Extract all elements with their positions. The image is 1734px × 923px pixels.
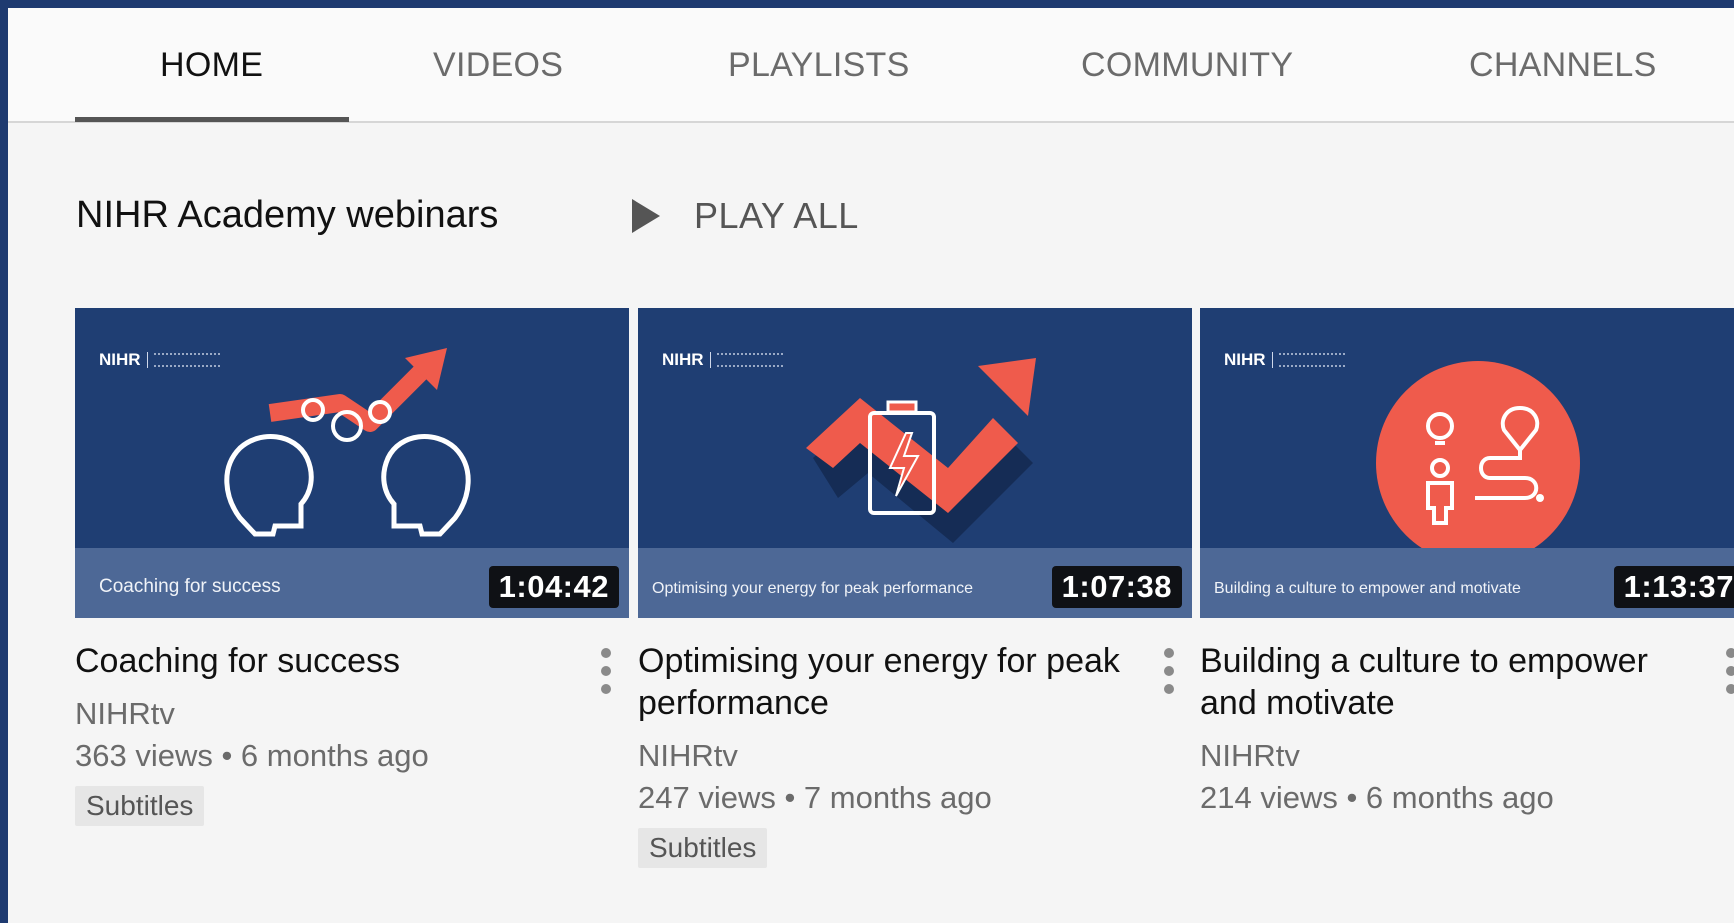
channel-tabs: HOME VIDEOS PLAYLISTS COMMUNITY CHANNELS	[8, 8, 1734, 123]
video-stats: 363 views • 6 months ago	[75, 738, 429, 773]
video-duration: 1:04:42	[488, 566, 619, 608]
video-duration: 1:13:37	[1613, 566, 1734, 608]
tab-community[interactable]: COMMUNITY	[1081, 46, 1293, 85]
video-stats: 247 views • 7 months ago	[638, 780, 992, 815]
video-thumbnail[interactable]: NIHR Building a culture to empower and m…	[1200, 308, 1734, 618]
thumbnail-caption: Optimising your energy for peak performa…	[652, 580, 974, 597]
nihr-logo: NIHR	[662, 350, 783, 370]
tab-playlists[interactable]: PLAYLISTS	[728, 46, 910, 85]
active-tab-indicator	[75, 117, 349, 122]
subtitles-badge: Subtitles	[638, 828, 768, 868]
video-thumbnail[interactable]: NIHR Coaching for success 1:04:42	[75, 308, 629, 618]
more-actions-icon[interactable]	[1726, 648, 1734, 694]
video-meta: Optimising your energy for peak performa…	[638, 618, 1192, 868]
video-meta: Building a culture to empower and motiva…	[1200, 618, 1734, 816]
video-meta: Coaching for success NIHRtv 363 views • …	[75, 618, 629, 826]
video-title[interactable]: Coaching for success	[75, 640, 565, 682]
channel-name[interactable]: NIHRtv	[1200, 738, 1734, 774]
more-actions-icon[interactable]	[601, 648, 611, 694]
video-duration: 1:07:38	[1051, 566, 1182, 608]
thumbnail-caption: Building a culture to empower and motiva…	[1214, 580, 1521, 597]
nihr-logo: NIHR	[99, 350, 220, 370]
nihr-logo: NIHR	[1224, 350, 1345, 370]
thumbnail-caption: Coaching for success	[99, 576, 281, 597]
play-icon	[632, 199, 660, 233]
tab-channels[interactable]: CHANNELS	[1469, 46, 1657, 85]
video-card: NIHR Coaching for success 1:04:42 Coachi…	[75, 308, 629, 826]
video-title[interactable]: Optimising your energy for peak performa…	[638, 640, 1128, 724]
play-all-label: PLAY ALL	[694, 195, 859, 236]
channel-name[interactable]: NIHRtv	[75, 696, 629, 732]
shelf-title[interactable]: NIHR Academy webinars	[76, 194, 498, 237]
video-stats: 214 views • 6 months ago	[1200, 780, 1554, 815]
play-all-button[interactable]: PLAY ALL	[632, 194, 859, 238]
video-thumbnail[interactable]: NIHR Optimising your energy for peak per…	[638, 308, 1192, 618]
video-card: NIHR Building a culture to empower and m…	[1200, 308, 1734, 816]
video-card: NIHR Optimising your energy for peak per…	[638, 308, 1192, 868]
channel-page: HOME VIDEOS PLAYLISTS COMMUNITY CHANNELS…	[8, 8, 1734, 923]
tab-home[interactable]: HOME	[160, 46, 263, 85]
video-title[interactable]: Building a culture to empower and motiva…	[1200, 640, 1690, 724]
subtitles-badge: Subtitles	[75, 786, 205, 826]
tab-videos[interactable]: VIDEOS	[433, 46, 563, 85]
more-actions-icon[interactable]	[1164, 648, 1174, 694]
channel-name[interactable]: NIHRtv	[638, 738, 1192, 774]
